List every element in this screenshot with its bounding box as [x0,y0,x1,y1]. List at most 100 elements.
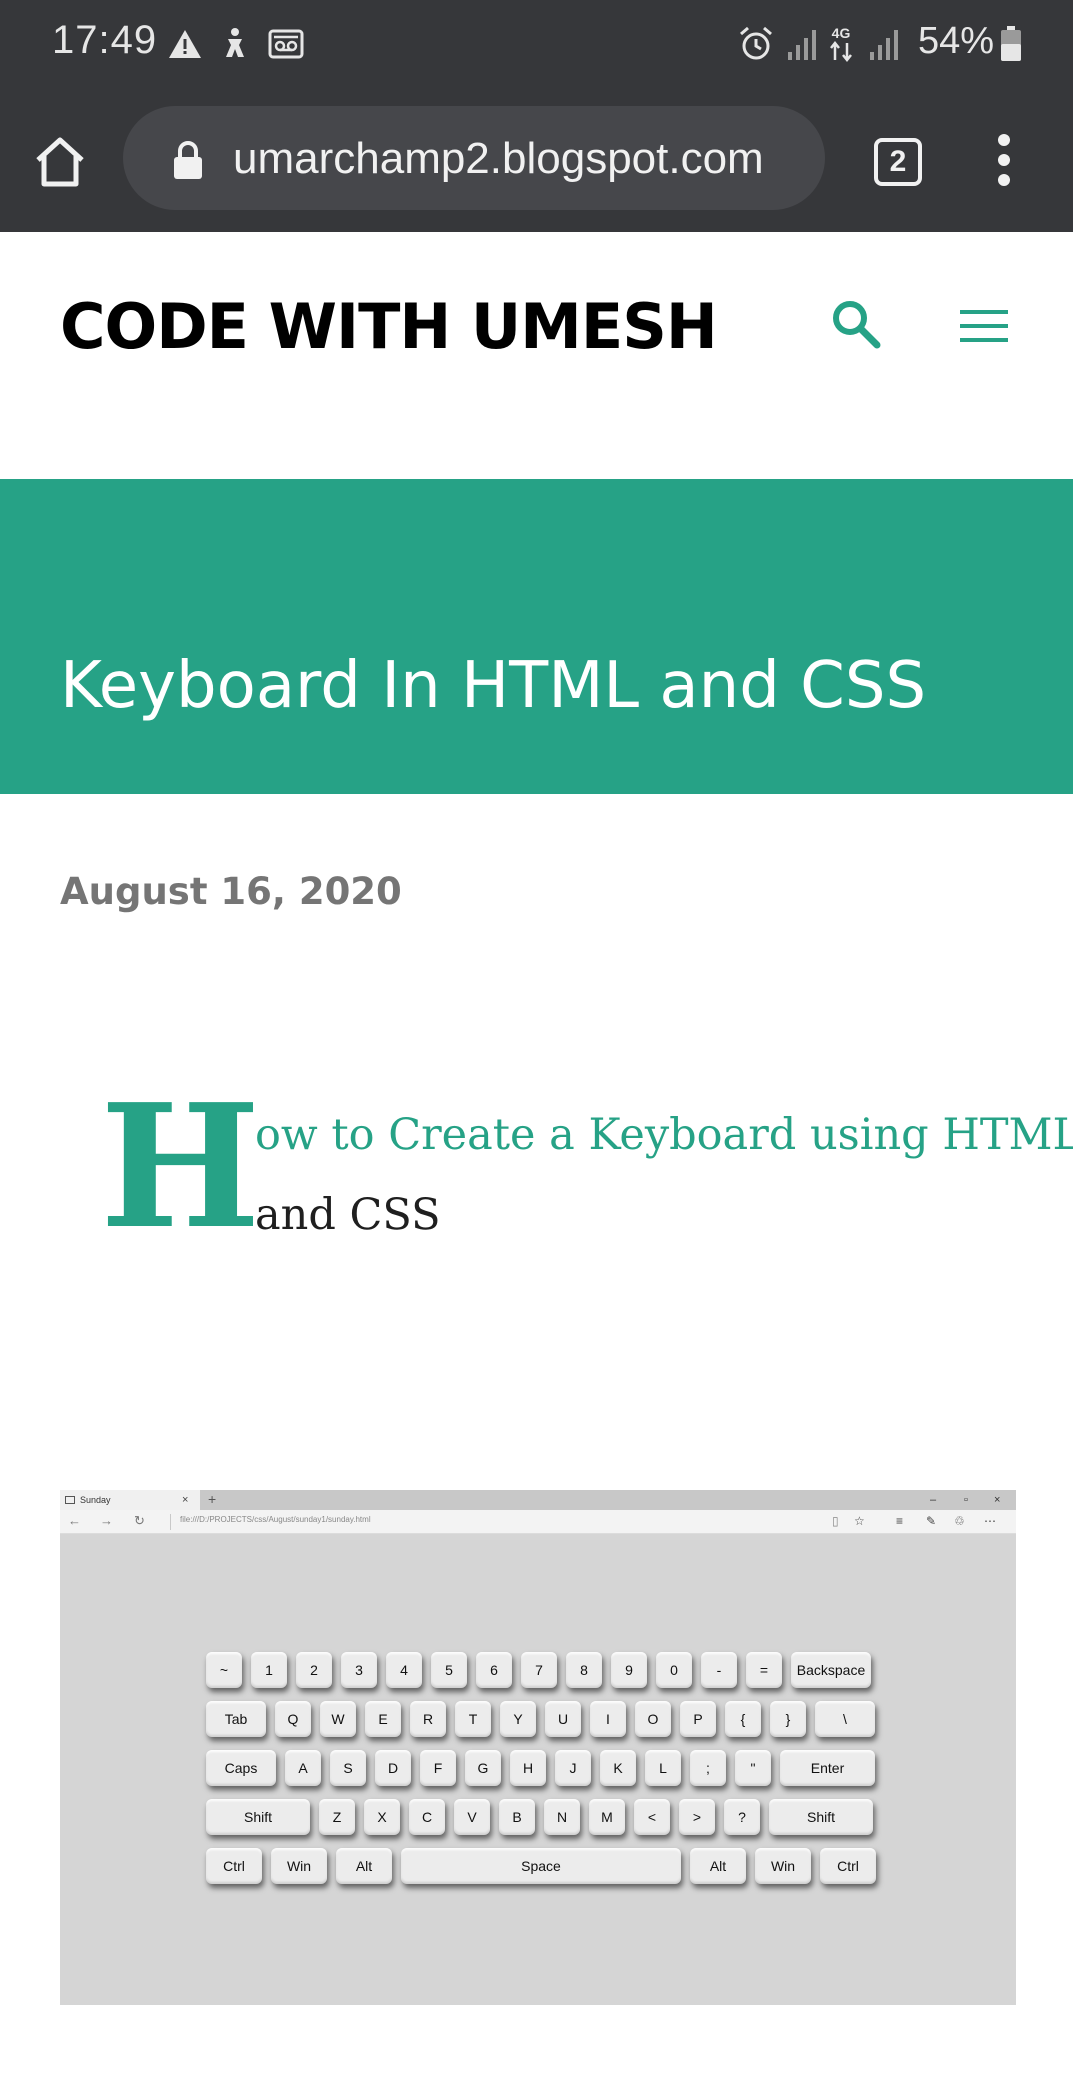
svg-text:4G: 4G [832,25,851,41]
keyboard-row: Ctrl Win Alt Space Alt Win Ctrl [206,1848,886,1884]
post-hero: Keyboard In HTML and CSS [0,479,1073,794]
keyboard-key: 9 [611,1652,647,1688]
keyboard-row: Caps A S D F G H J K L; " Enter [206,1750,886,1786]
keyboard-key: P [680,1701,716,1737]
keyboard-key: X [364,1799,400,1835]
keyboard-key: 3 [341,1652,377,1688]
keyboard-key: Y [500,1701,536,1737]
keyboard-key: O [635,1701,671,1737]
keyboard-key: Shift [206,1799,310,1835]
tab-switcher-button[interactable]: 2 [874,138,922,186]
search-icon[interactable] [830,298,882,350]
keyboard-key: I [590,1701,626,1737]
accessibility-icon [216,24,254,64]
keyboard-key: 8 [566,1652,602,1688]
keyboard-key: K [600,1750,636,1786]
keyboard-key: ~ [206,1652,242,1688]
keyboard-key: R [410,1701,446,1737]
keyboard-key: Q [275,1701,311,1737]
drop-cap: H [100,1067,261,1267]
keyboard-key: - [701,1652,737,1688]
screenshot-forward-icon: → [100,1513,113,1528]
keyboard-key: Alt [690,1848,746,1884]
screenshot-hub-icon: ≡ [896,1514,904,1528]
screenshot-tab: Sunday × [60,1490,200,1510]
keyboard-key: N [544,1799,580,1835]
keyboard-key: V [454,1799,490,1835]
keyboard-key: ? [724,1799,760,1835]
keyboard-key: C [409,1799,445,1835]
home-icon[interactable] [30,132,90,192]
keyboard-key: Enter [780,1750,875,1786]
keyboard-key: U [545,1701,581,1737]
keyboard-key: F [420,1750,456,1786]
signal-icon [784,24,818,64]
screenshot-restore: ▫ [964,1494,968,1506]
keyboard-key: E [365,1701,401,1737]
keyboard-key: M [589,1799,625,1835]
keyboard-row: Shift Z X C V B N M < >? Shift [206,1799,886,1835]
keyboard-key: \ [815,1701,875,1737]
hamburger-menu-icon[interactable] [960,308,1008,344]
voicemail-icon [266,24,306,64]
alarm-icon [736,24,776,64]
site-title[interactable]: CODE WITH UMESH [60,290,718,363]
keyboard-key: Z [319,1799,355,1835]
keyboard-key: A [285,1750,321,1786]
keyboard-key: { [725,1701,761,1737]
status-time: 17:49 [52,18,158,62]
site-header: CODE WITH UMESH [0,232,1073,479]
screenshot-url: file:///D:/PROJECTS/css/August/sunday1/s… [180,1515,371,1524]
screenshot-note-icon: ✎ [926,1514,937,1528]
keyboard-row: Tab Q W E R T Y U I O P{} \ [206,1701,886,1737]
keyboard-key: ; [690,1750,726,1786]
keyboard: ~1 2 3 4 5 6 7 8 9 0- = Backspace Tab Q W E R T Y U I O P{} \ Ca… [206,1652,886,1897]
status-bar: 17:49 4G 54% [0,0,1073,88]
screenshot-new-tab: + [208,1491,217,1507]
keyboard-key: J [555,1750,591,1786]
keyboard-key: 1 [251,1652,287,1688]
screenshot-refresh-icon: ↻ [134,1513,145,1528]
keyboard-key: Backspace [791,1652,871,1688]
keyboard-key: > [679,1799,715,1835]
keyboard-key: 5 [431,1652,467,1688]
screenshot-tabbar: Sunday × + – ▫ × [60,1490,1016,1510]
keyboard-key: 2 [296,1652,332,1688]
keyboard-key: } [770,1701,806,1737]
keyboard-key: H [510,1750,546,1786]
lock-icon [171,140,205,180]
keyboard-key: 7 [521,1652,557,1688]
post-date: August 16, 2020 [60,870,402,913]
screenshot-reading-view-icon: ▯ [832,1514,839,1528]
keyboard-key: " [735,1750,771,1786]
keyboard-key: Tab [206,1701,266,1737]
battery-icon [998,24,1024,64]
keyboard-key: < [634,1799,670,1835]
keyboard-key: Alt [336,1848,392,1884]
screenshot-minimize: – [930,1494,937,1506]
overflow-menu-icon[interactable] [990,134,1018,190]
screenshot-back-icon: ← [68,1513,81,1528]
address-bar[interactable]: umarchamp2.blogspot.com [123,106,825,210]
keyboard-key: Win [271,1848,327,1884]
data-arrows-icon: 4G [826,24,856,64]
keyboard-key: = [746,1652,782,1688]
intro-heading-line-2: and CSS [255,1190,441,1240]
warning-icon [166,24,204,64]
keyboard-key: 0 [656,1652,692,1688]
screenshot-close: × [994,1494,1001,1506]
screenshot-more-icon: ⋯ [984,1514,996,1528]
screenshot-tab-close: × [182,1494,189,1506]
keyboard-key: Ctrl [820,1848,876,1884]
keyboard-key: Shift [769,1799,873,1835]
keyboard-key: Win [755,1848,811,1884]
screenshot-star-icon: ☆ [854,1514,865,1528]
url-text[interactable]: umarchamp2.blogspot.com [233,134,764,184]
browser-toolbar: umarchamp2.blogspot.com 2 [0,88,1073,232]
keyboard-key: Space [401,1848,681,1884]
screenshot-share-icon: ♲ [954,1514,965,1528]
signal-icon-2 [866,24,900,64]
embedded-screenshot: Sunday × + – ▫ × ← → ↻ file:///D:/PROJEC… [60,1490,1016,2005]
keyboard-key: L [645,1750,681,1786]
keyboard-key: 4 [386,1652,422,1688]
